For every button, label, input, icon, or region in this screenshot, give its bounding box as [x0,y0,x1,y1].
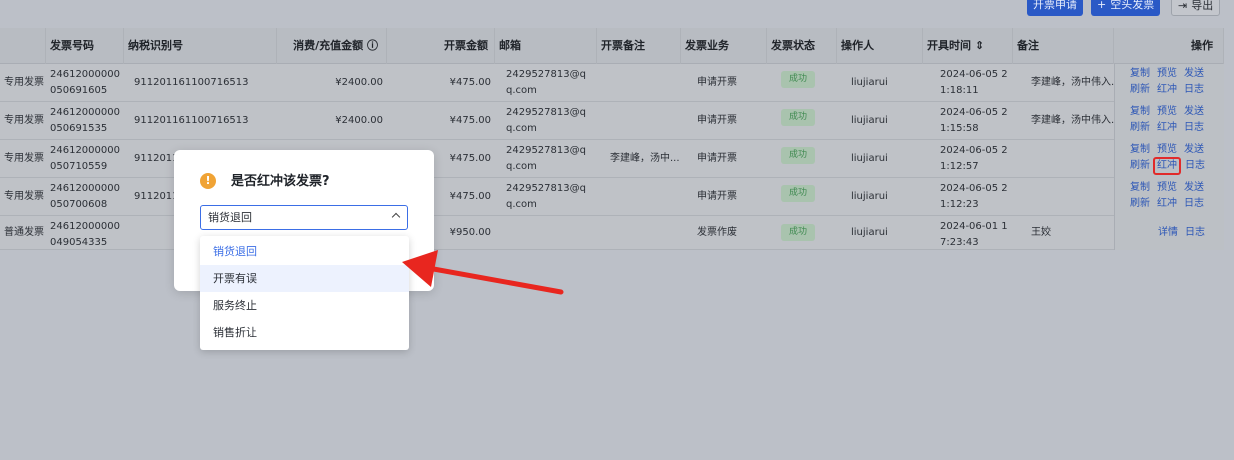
arrow-shaft [425,265,564,295]
arrow-head [402,250,438,287]
annotation-arrow [402,250,564,295]
